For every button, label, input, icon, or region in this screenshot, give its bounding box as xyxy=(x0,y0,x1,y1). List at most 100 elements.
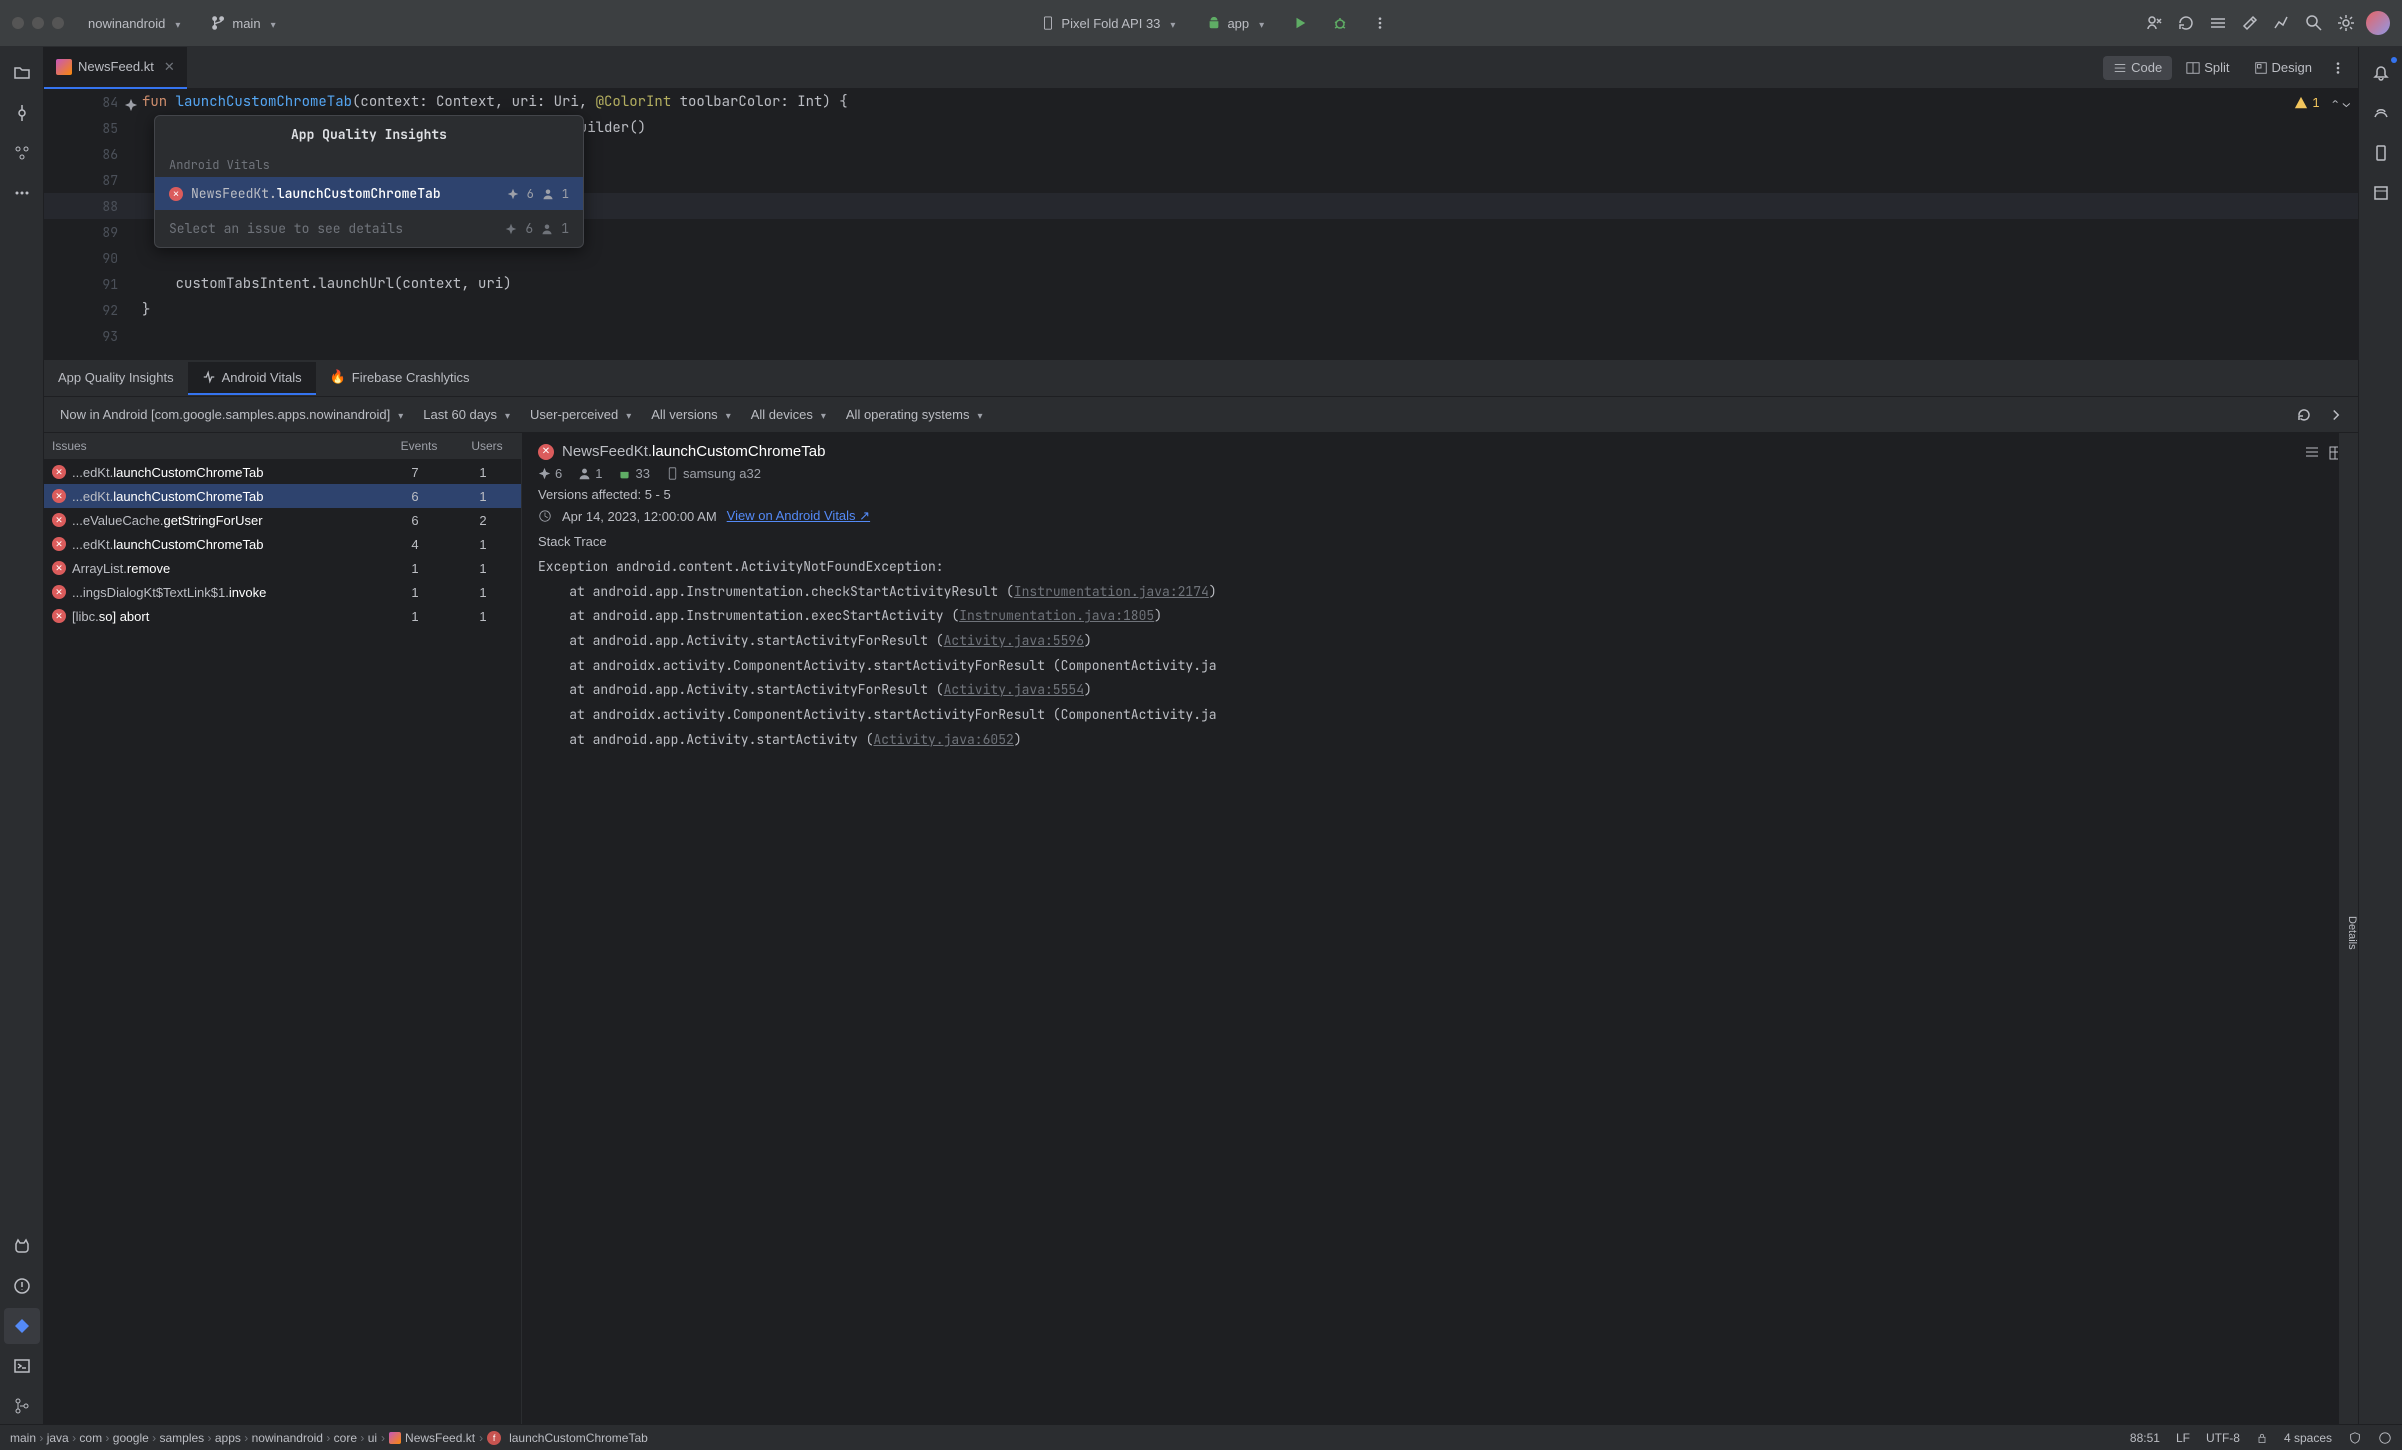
next-problem-button[interactable]: ⌄ xyxy=(2343,95,2350,111)
breadcrumb-item[interactable]: apps xyxy=(215,1431,241,1445)
time-filter[interactable]: Last 60 days xyxy=(417,405,516,424)
indent-setting[interactable]: 4 spaces xyxy=(2284,1431,2332,1445)
line-number[interactable]: 88 xyxy=(44,198,134,215)
debug-button[interactable] xyxy=(1328,11,1352,35)
run-config-selector[interactable]: app xyxy=(1199,11,1272,35)
project-tool-button[interactable] xyxy=(4,55,40,91)
reload-button[interactable] xyxy=(2174,11,2198,35)
code-view-button[interactable]: Code xyxy=(2103,56,2172,80)
sync-button[interactable] xyxy=(2206,11,2230,35)
details-side-tab[interactable]: Details xyxy=(2338,433,2358,1424)
search-button[interactable] xyxy=(2302,11,2326,35)
line-number[interactable]: 87 xyxy=(44,172,134,189)
code-line[interactable]: 91 customTabsIntent.launchUrl(context, u… xyxy=(44,271,2358,297)
line-number[interactable]: 90 xyxy=(44,250,134,267)
line-number[interactable]: 86 xyxy=(44,146,134,163)
devices-filter[interactable]: All devices xyxy=(745,405,832,424)
issue-row[interactable]: ✕...eValueCache.getStringForUser62 xyxy=(44,508,521,532)
project-selector[interactable]: nowinandroid xyxy=(80,12,188,35)
build-button[interactable] xyxy=(2238,11,2262,35)
design-view-button[interactable]: Design xyxy=(2244,56,2322,80)
status-icon-2[interactable] xyxy=(2378,1431,2392,1445)
issue-row[interactable]: ✕...edKt.launchCustomChromeTab61 xyxy=(44,484,521,508)
vcs-tool-button[interactable] xyxy=(4,1388,40,1424)
readonly-indicator[interactable] xyxy=(2256,1432,2268,1444)
code-line[interactable]: 92} xyxy=(44,297,2358,323)
issue-row[interactable]: ✕[libc.so] abort11 xyxy=(44,604,521,628)
more-actions-button[interactable] xyxy=(1368,11,1392,35)
device-explorer-button[interactable] xyxy=(2363,175,2399,211)
split-view-button[interactable]: Split xyxy=(2176,56,2239,80)
line-number[interactable]: 91 xyxy=(44,276,134,293)
line-number[interactable]: 84 xyxy=(44,94,134,111)
visibility-filter[interactable]: User-perceived xyxy=(524,405,637,424)
code-content[interactable]: fun launchCustomChromeTab(context: Conte… xyxy=(134,93,848,111)
breadcrumb-item[interactable]: core xyxy=(334,1431,357,1445)
breadcrumb-item[interactable]: ui xyxy=(368,1431,377,1445)
code-content[interactable]: customTabsIntent.launchUrl(context, uri) xyxy=(134,275,512,293)
aqi-tool-button[interactable] xyxy=(4,1308,40,1344)
breadcrumb-function[interactable]: launchCustomChromeTab xyxy=(509,1431,648,1445)
events-column-header[interactable]: Events xyxy=(385,433,453,459)
gradle-button[interactable] xyxy=(2363,95,2399,131)
line-number[interactable]: 85 xyxy=(44,120,134,137)
settings-button[interactable] xyxy=(2334,11,2358,35)
code-line[interactable]: 90 xyxy=(44,245,2358,271)
breadcrumb-item[interactable]: main xyxy=(10,1431,36,1445)
notifications-button[interactable] xyxy=(2363,55,2399,91)
refresh-button[interactable] xyxy=(2292,403,2316,427)
popup-issue-item[interactable]: ✕ NewsFeedKt.launchCustomChromeTab 6 1 xyxy=(155,177,583,210)
branch-selector[interactable]: main xyxy=(204,12,283,35)
user-avatar[interactable] xyxy=(2366,11,2390,35)
versions-filter[interactable]: All versions xyxy=(645,405,737,424)
issue-row[interactable]: ✕...edKt.launchCustomChromeTab41 xyxy=(44,532,521,556)
line-number[interactable]: 92 xyxy=(44,302,134,319)
code-line[interactable]: 84fun launchCustomChromeTab(context: Con… xyxy=(44,89,2358,115)
users-column-header[interactable]: Users xyxy=(453,433,521,459)
next-button[interactable] xyxy=(2324,403,2348,427)
app-filter[interactable]: Now in Android [com.google.samples.apps.… xyxy=(54,405,409,424)
terminal-tool-button[interactable] xyxy=(4,1348,40,1384)
more-tool-button[interactable] xyxy=(4,175,40,211)
status-icon-1[interactable] xyxy=(2348,1431,2362,1445)
breadcrumb-file[interactable]: NewsFeed.kt xyxy=(405,1431,475,1445)
file-encoding[interactable]: UTF-8 xyxy=(2206,1431,2240,1445)
panel-tab-aqi[interactable]: App Quality Insights xyxy=(44,362,188,395)
breadcrumb-item[interactable]: nowinandroid xyxy=(252,1431,323,1445)
code-editor[interactable]: 1 ⌃ ⌄ 84fun launchCustomChromeTab(contex… xyxy=(44,89,2358,359)
problems-tool-button[interactable] xyxy=(4,1268,40,1304)
os-filter[interactable]: All operating systems xyxy=(840,405,989,424)
code-line[interactable]: 93 xyxy=(44,323,2358,349)
breadcrumb-item[interactable]: java xyxy=(47,1431,69,1445)
file-tab[interactable]: NewsFeed.kt ✕ xyxy=(44,47,187,89)
toggle-layout-button[interactable] xyxy=(2300,441,2324,465)
problems-indicator[interactable]: 1 ⌃ ⌄ xyxy=(2294,95,2350,111)
view-vitals-link[interactable]: View on Android Vitals ↗ xyxy=(727,508,870,524)
issue-row[interactable]: ✕...ingsDialogKt$TextLink$1.invoke11 xyxy=(44,580,521,604)
line-number[interactable]: 93 xyxy=(44,328,134,345)
run-button[interactable] xyxy=(1288,11,1312,35)
panel-tab-crashlytics[interactable]: 🔥 Firebase Crashlytics xyxy=(316,361,484,395)
issue-row[interactable]: ✕ArrayList.remove11 xyxy=(44,556,521,580)
device-selector[interactable]: Pixel Fold API 33 xyxy=(1033,11,1183,35)
panel-tab-vitals[interactable]: Android Vitals xyxy=(188,362,316,395)
window-controls[interactable] xyxy=(12,17,64,29)
breadcrumb-item[interactable]: samples xyxy=(160,1431,205,1445)
issue-row[interactable]: ✕...edKt.launchCustomChromeTab71 xyxy=(44,460,521,484)
commit-tool-button[interactable] xyxy=(4,95,40,131)
prev-problem-button[interactable]: ⌃ xyxy=(2332,95,2339,111)
editor-options-button[interactable] xyxy=(2326,56,2350,80)
issues-column-header[interactable]: Issues xyxy=(44,433,385,459)
close-tab-button[interactable]: ✕ xyxy=(164,59,175,75)
line-ending[interactable]: LF xyxy=(2176,1431,2190,1445)
structure-tool-button[interactable] xyxy=(4,135,40,171)
line-number[interactable]: 89 xyxy=(44,224,134,241)
breadcrumb-item[interactable]: com xyxy=(79,1431,102,1445)
emulator-button[interactable] xyxy=(2363,135,2399,171)
code-content[interactable]: } xyxy=(134,301,150,319)
breadcrumb-item[interactable]: google xyxy=(113,1431,149,1445)
aqi-gutter-icon[interactable] xyxy=(124,98,138,112)
code-with-me-button[interactable] xyxy=(2142,11,2166,35)
stack-trace[interactable]: Exception android.content.ActivityNotFou… xyxy=(538,555,2342,753)
cursor-position[interactable]: 88:51 xyxy=(2130,1431,2160,1445)
